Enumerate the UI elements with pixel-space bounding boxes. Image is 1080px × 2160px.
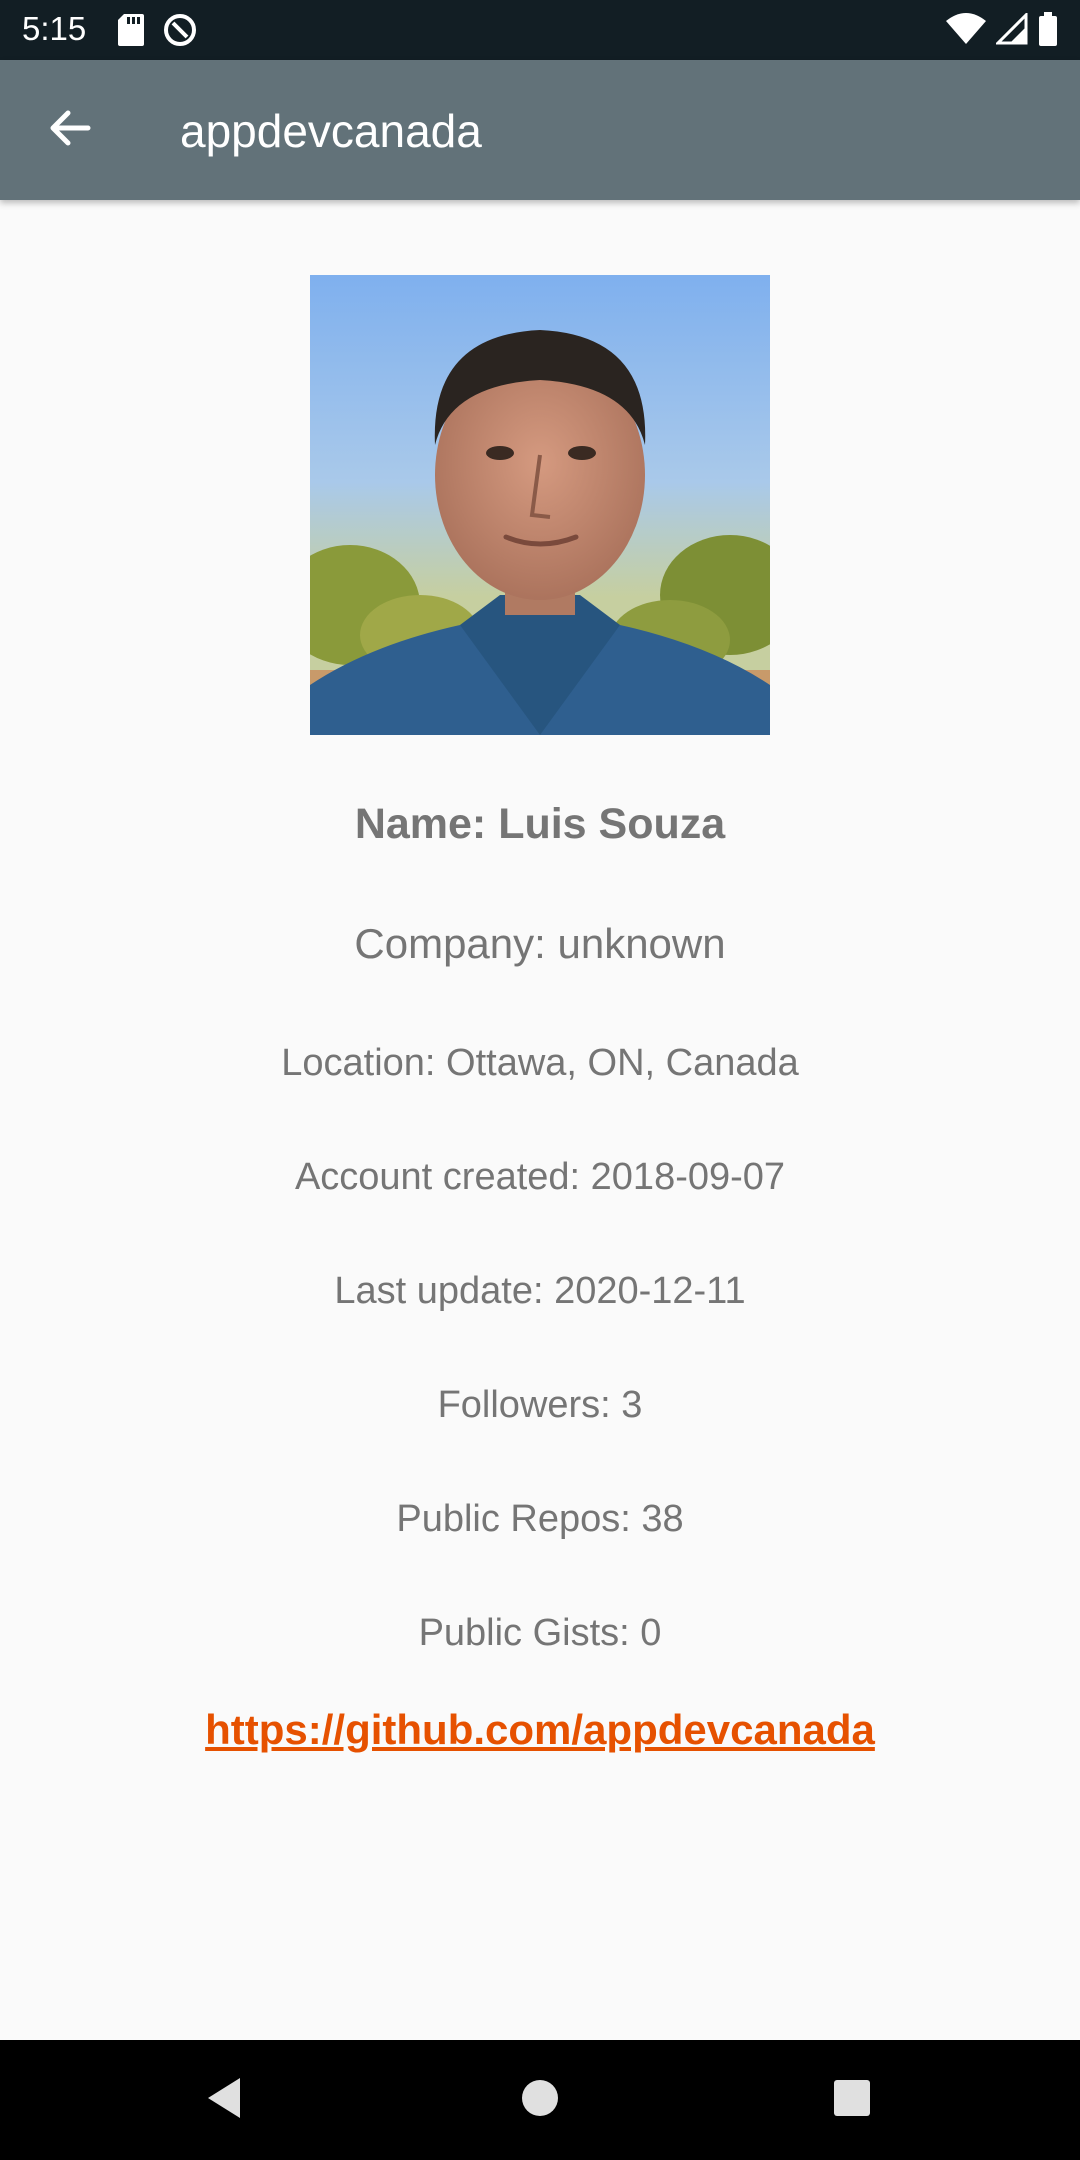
home-circle-icon	[520, 2078, 560, 2123]
profile-public-gists: Public Gists: 0	[418, 1612, 662, 1654]
avatar	[310, 275, 770, 735]
status-bar: 5:15	[0, 0, 1080, 60]
page-title: appdevcanada	[180, 105, 482, 157]
sd-card-icon	[118, 14, 144, 51]
profile-public-repos: Public Repos: 38	[396, 1498, 684, 1540]
arrow-left-icon	[48, 106, 92, 155]
profile-last-update: Last update: 2020-12-11	[334, 1270, 746, 1312]
system-nav-bar	[0, 2040, 1080, 2160]
profile-name: Name: Luis Souza	[354, 800, 726, 848]
status-left-icons	[118, 12, 198, 53]
profile-company: Company: unknown	[354, 920, 726, 967]
wifi-icon	[946, 13, 986, 50]
nav-home-button[interactable]	[508, 2068, 572, 2132]
battery-icon	[1038, 12, 1058, 51]
profile-account-created: Account created: 2018-09-07	[294, 1156, 786, 1198]
nav-recents-button[interactable]	[820, 2068, 884, 2132]
github-profile-link[interactable]: https://github.com/appdevcanada	[205, 1706, 875, 1753]
app-bar: appdevcanada	[0, 60, 1080, 200]
profile-content: Name: Luis Souza Company: unknown Locati…	[0, 200, 1080, 2040]
nav-back-button[interactable]	[192, 2068, 256, 2132]
back-triangle-icon	[204, 2076, 244, 2125]
profile-followers: Followers: 3	[437, 1384, 643, 1426]
profile-link-row: https://github.com/appdevcanada	[0, 1706, 1080, 1754]
status-time: 5:15	[22, 10, 87, 47]
recents-square-icon	[832, 2078, 872, 2123]
signal-icon	[994, 11, 1028, 50]
back-button[interactable]	[30, 90, 110, 170]
profile-location: Location: Ottawa, ON, Canada	[281, 1042, 799, 1084]
status-right-icons	[946, 11, 1058, 51]
data-saver-icon	[162, 12, 198, 53]
avatar-photo	[310, 275, 770, 735]
